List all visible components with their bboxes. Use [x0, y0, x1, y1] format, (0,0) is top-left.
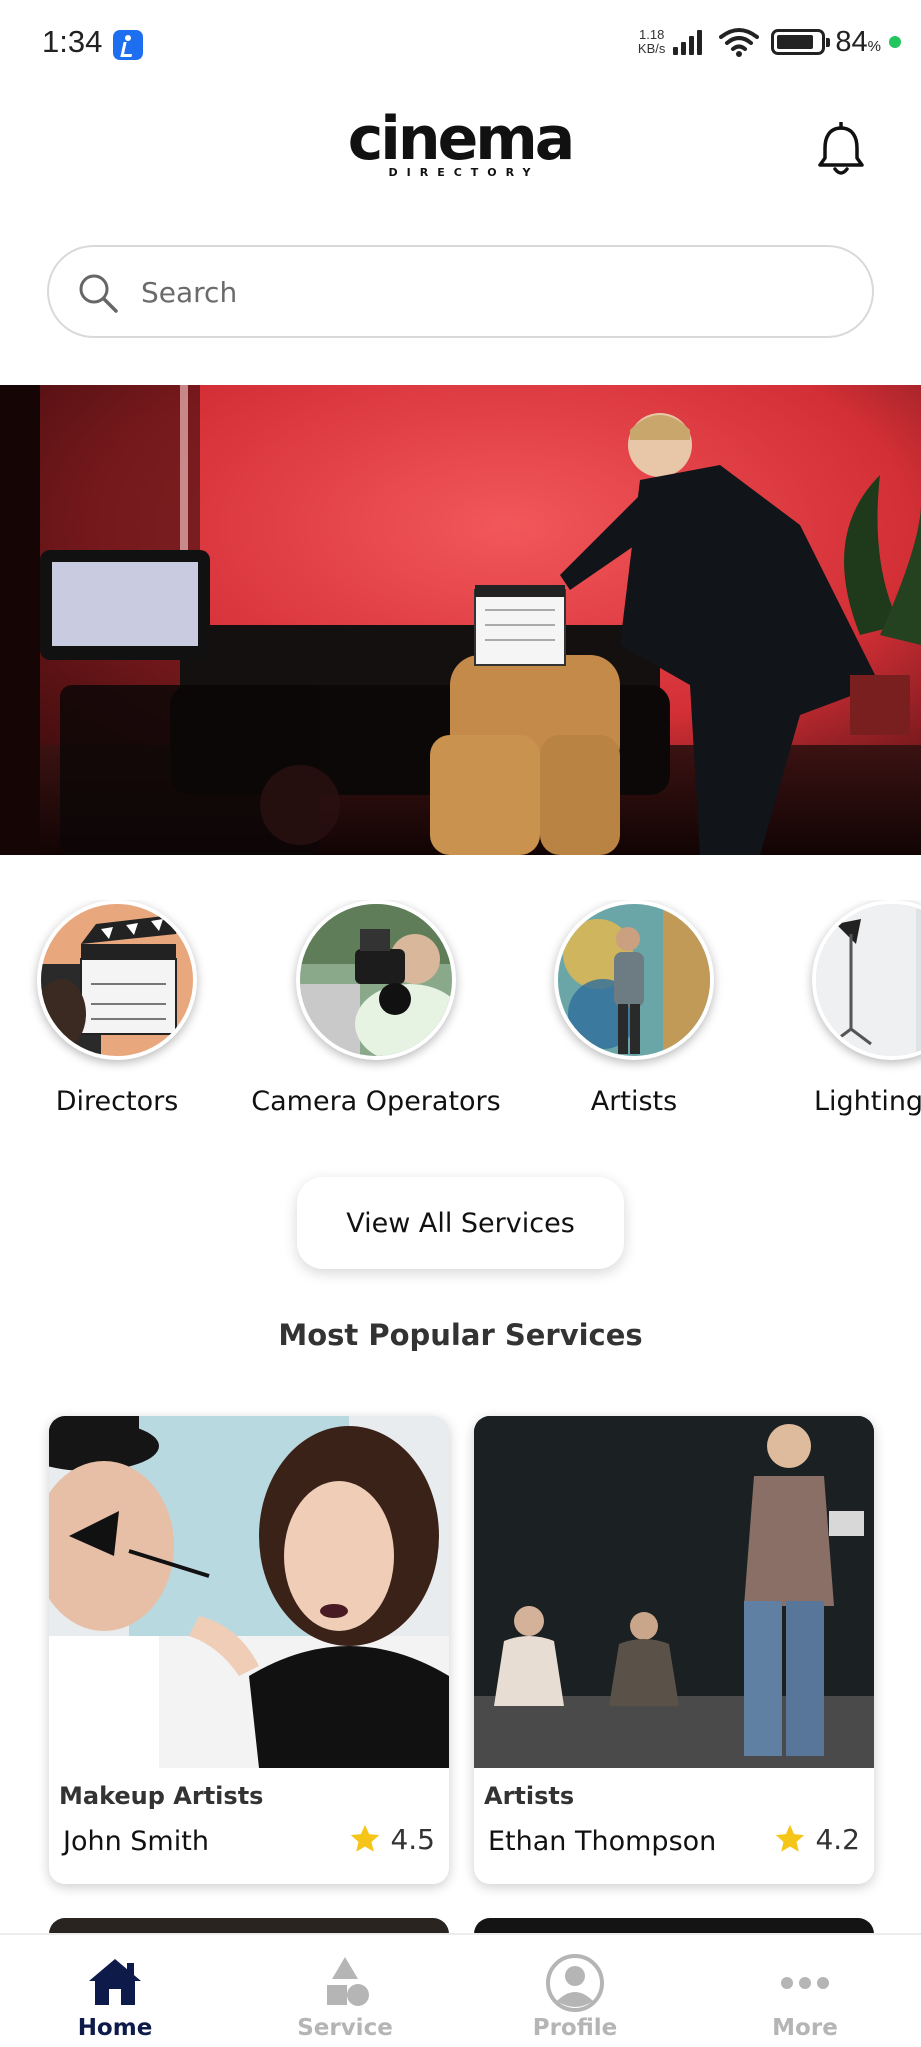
category-label: Directors — [55, 1086, 179, 1117]
category-directors[interactable]: Directors — [0, 900, 247, 1130]
stage-actor-image — [474, 1416, 874, 1768]
artists-image — [554, 900, 714, 1060]
card-category: Makeup Artists — [59, 1782, 264, 1810]
section-title: Most Popular Services — [278, 1318, 643, 1352]
card-rating: 4.2 — [773, 1822, 860, 1856]
card-provider-name: John Smith — [63, 1826, 209, 1857]
service-card-makeup[interactable]: Makeup Artists John Smith 4.5 — [49, 1416, 449, 1884]
nav-service[interactable]: Service — [230, 1935, 460, 2047]
profile-icon — [546, 1954, 604, 2012]
film-set-photo — [0, 385, 921, 855]
rating-value: 4.5 — [390, 1822, 435, 1856]
camera-operators-image — [296, 900, 456, 1060]
network-speed: 1.18 KB/s — [637, 27, 666, 56]
status-indicators: 1.18 KB/s 84% — [638, 22, 901, 62]
battery-icon — [771, 29, 831, 55]
cinema-directory-logo: cinema DIRECTORY — [347, 104, 576, 179]
view-all-services-button[interactable]: View All Services — [297, 1177, 624, 1269]
service-icon — [327, 1957, 369, 2006]
battery-percent: 84% — [835, 25, 881, 58]
category-label: Camera Operators — [251, 1086, 501, 1117]
card-rating: 4.5 — [348, 1822, 435, 1856]
status-dot — [889, 36, 901, 48]
makeup-artist-image — [49, 1416, 449, 1768]
category-label: Lighting Op — [813, 1086, 921, 1117]
status-time: 1:34 — [42, 24, 103, 59]
search-bar[interactable] — [47, 245, 874, 338]
hero-banner[interactable] — [0, 385, 921, 855]
bell-icon[interactable] — [815, 122, 867, 178]
accessibility-app-icon — [113, 30, 143, 60]
signal-icon — [673, 29, 705, 55]
star-icon — [351, 1824, 380, 1852]
status-bar: 1:34 1.18 KB/s 84% — [0, 0, 921, 90]
category-carousel[interactable]: Directors Camera Operators Artists Light… — [0, 900, 921, 1140]
category-camera-operators[interactable]: Camera Operators — [246, 900, 506, 1130]
star-icon — [776, 1824, 805, 1852]
nav-home[interactable]: Home — [0, 1935, 230, 2047]
lighting-image — [812, 900, 921, 1060]
more-icon — [781, 1977, 829, 1989]
search-icon — [79, 274, 118, 313]
card-provider-name: Ethan Thompson — [488, 1826, 717, 1857]
rating-value: 4.2 — [815, 1822, 860, 1856]
service-card-artists[interactable]: Artists Ethan Thompson 4.2 — [474, 1416, 874, 1884]
search-input[interactable] — [141, 265, 841, 319]
category-artists[interactable]: Artists — [504, 900, 764, 1130]
nav-more[interactable]: More — [690, 1935, 920, 2047]
home-icon — [89, 1959, 141, 2005]
bottom-navigation: Home Service Profile More — [0, 1933, 921, 2047]
nav-profile[interactable]: Profile — [460, 1935, 690, 2047]
category-lighting-operators[interactable]: Lighting Op — [762, 900, 921, 1130]
wifi-icon — [719, 28, 760, 57]
directors-image — [37, 900, 197, 1060]
category-label: Artists — [590, 1086, 678, 1117]
card-category: Artists — [484, 1782, 575, 1810]
